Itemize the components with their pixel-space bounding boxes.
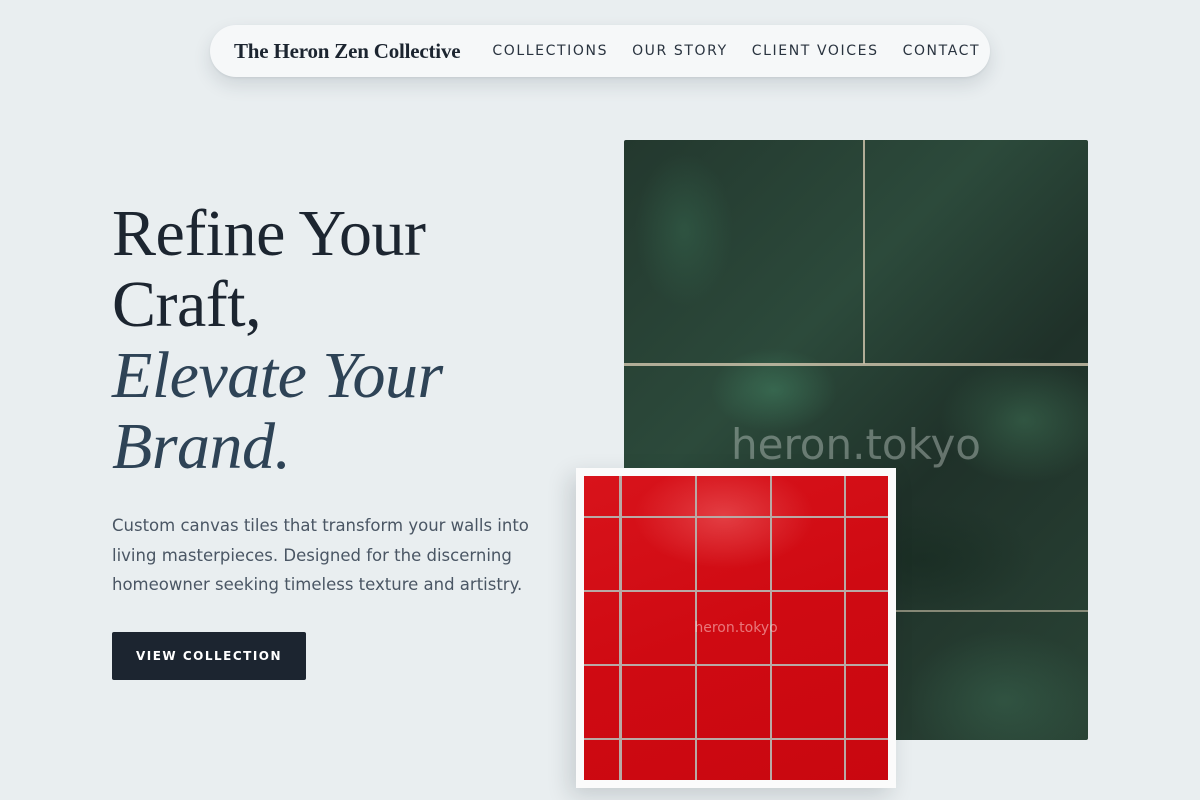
red-tile-image: heron.tokyo: [584, 476, 888, 780]
tile-seam: [894, 610, 1088, 612]
top-nav: The Heron Zen Collective COLLECTIONS OUR…: [210, 25, 990, 77]
nav-links: COLLECTIONS OUR STORY CLIENT VOICES CONT…: [492, 43, 980, 59]
hero-description: Custom canvas tiles that transform your …: [112, 516, 529, 594]
nav-link-our-story[interactable]: OUR STORY: [632, 43, 728, 59]
brand-logo[interactable]: The Heron Zen Collective: [234, 39, 461, 64]
nav-link-client-voices[interactable]: CLIENT VOICES: [752, 43, 879, 59]
hero-title: Refine Your Craft, Elevate Your Brand.: [112, 198, 582, 482]
hero-title-line1: Refine Your Craft,: [112, 197, 426, 341]
tile-seam: [863, 140, 865, 364]
green-image-watermark: heron.tokyo: [730, 420, 981, 469]
tile-grout: [584, 738, 888, 740]
tile-seam: [624, 363, 1088, 366]
red-tile-image-frame: heron.tokyo: [576, 468, 896, 788]
hero-title-line2: Elevate Your Brand.: [112, 339, 443, 483]
tile-grout: [584, 516, 888, 518]
tile-grout: [584, 590, 888, 592]
red-image-watermark: heron.tokyo: [694, 620, 778, 636]
view-collection-button[interactable]: VIEW COLLECTION: [112, 632, 306, 680]
tile-grout: [584, 664, 888, 666]
nav-link-contact[interactable]: CONTACT: [903, 43, 981, 59]
nav-link-collections[interactable]: COLLECTIONS: [492, 43, 608, 59]
